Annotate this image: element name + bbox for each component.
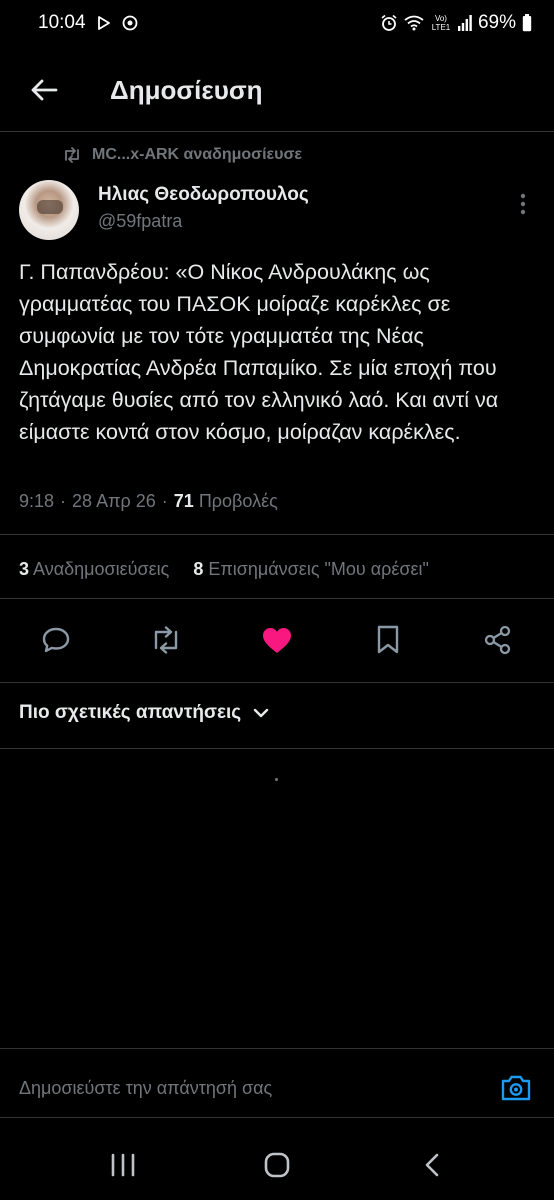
post-meta: 9:18 · 28 Απρ 26 · 71 Προβολές xyxy=(19,491,278,512)
camera-icon xyxy=(501,1075,531,1101)
more-options-button[interactable] xyxy=(511,192,535,216)
repost-indicator[interactable]: MC...x-ARK αναδημοσίευσε xyxy=(62,146,302,164)
back-button[interactable] xyxy=(24,70,64,110)
status-bar: 10:04 Vo) LTE1 69% xyxy=(0,0,554,46)
signal-icon xyxy=(457,15,472,31)
reply-input[interactable] xyxy=(19,1078,459,1099)
repost-by-text: MC...x-ARK αναδημοσίευσε xyxy=(92,146,302,163)
network-label: Vo) LTE1 xyxy=(431,14,451,32)
meta-divider xyxy=(0,534,554,535)
back-icon xyxy=(425,1153,439,1177)
recent-apps-button[interactable] xyxy=(103,1148,143,1182)
bookmark-button[interactable] xyxy=(368,620,408,660)
actions-divider xyxy=(0,682,554,683)
status-right: Vo) LTE1 69% xyxy=(380,12,532,34)
reposts-stat[interactable]: 3 Αναδημοσιεύσεις xyxy=(19,559,169,580)
author-avatar[interactable] xyxy=(19,180,79,240)
reposts-count: 3 xyxy=(19,559,30,579)
likes-stat[interactable]: 8 Επισημάνσεις "Μου αρέσει" xyxy=(193,559,429,580)
home-button[interactable] xyxy=(257,1148,297,1182)
reply-icon xyxy=(42,627,70,653)
back-nav-button[interactable] xyxy=(412,1148,452,1182)
chrome-icon xyxy=(122,15,138,31)
recent-apps-icon xyxy=(111,1153,135,1177)
repost-icon xyxy=(154,626,178,654)
meta-separator: · xyxy=(161,491,168,511)
replies-sort-toggle[interactable]: Πιο σχετικές απαντήσεις xyxy=(19,702,269,724)
battery-icon xyxy=(522,14,532,32)
system-nav-bar xyxy=(0,1130,554,1200)
repost-small-icon xyxy=(65,147,79,163)
like-button[interactable] xyxy=(257,620,297,660)
more-vertical-icon xyxy=(520,193,526,215)
like-icon xyxy=(263,628,291,653)
reply-bar xyxy=(0,1048,554,1118)
status-time: 10:04 xyxy=(38,12,86,33)
likes-label: Επισημάνσεις "Μου αρέσει" xyxy=(208,559,429,579)
home-icon xyxy=(264,1152,290,1178)
header-divider xyxy=(0,131,554,132)
post-time: 9:18 xyxy=(19,491,55,511)
play-store-icon xyxy=(96,15,112,31)
replies-divider xyxy=(0,748,554,749)
share-button[interactable] xyxy=(478,620,518,660)
author-name[interactable]: Ηλιας Θεοδωροπουλος xyxy=(98,184,309,206)
app-header: Δημοσίευση xyxy=(0,58,554,122)
repost-button[interactable] xyxy=(146,620,186,660)
stats-divider xyxy=(0,598,554,599)
share-icon xyxy=(484,625,511,655)
arrow-left-icon xyxy=(31,79,58,101)
post-date: 28 Απρ 26 xyxy=(72,491,156,511)
author-handle[interactable]: @59fpatra xyxy=(98,211,182,232)
post-stats: 3 Αναδημοσιεύσεις 8 Επισημάνσεις "Μου αρ… xyxy=(19,559,429,580)
bookmark-icon xyxy=(377,625,399,654)
views-label: Προβολές xyxy=(198,491,278,511)
post-actions xyxy=(0,620,554,660)
alarm-icon xyxy=(380,14,398,32)
meta-separator: · xyxy=(60,491,67,511)
status-battery: 69% xyxy=(477,12,516,33)
chevron-down-icon xyxy=(253,708,269,718)
loading-indicator xyxy=(275,778,278,781)
page-title: Δημοσίευση xyxy=(110,74,263,105)
replies-sort-label: Πιο σχετικές απαντήσεις xyxy=(19,702,242,723)
nav-divider xyxy=(0,1117,554,1118)
wifi-icon xyxy=(404,15,424,31)
camera-button[interactable] xyxy=(498,1070,534,1106)
reply-button[interactable] xyxy=(36,620,76,660)
status-left: 10:04 xyxy=(38,12,138,34)
views-count: 71 xyxy=(173,491,194,511)
post-text: Γ. Παπανδρέου: «Ο Νίκος Ανδρουλάκης ως γ… xyxy=(19,260,499,444)
likes-count: 8 xyxy=(193,559,204,579)
reposts-label: Αναδημοσιεύσεις xyxy=(33,559,170,579)
